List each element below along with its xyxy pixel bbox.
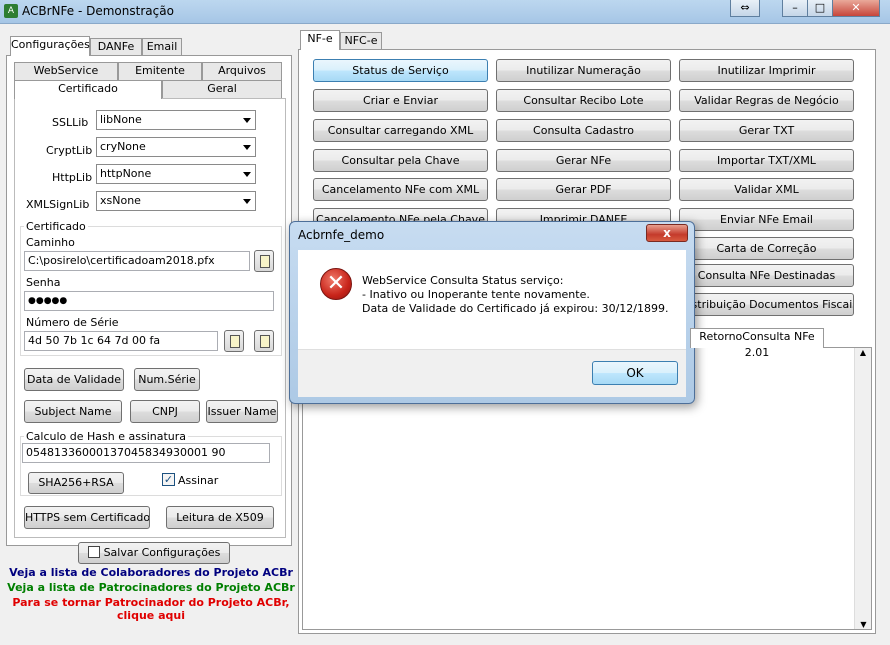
error-dialog: Acbrnfe_demo x ✕ WebService Consulta Sta… (289, 221, 695, 404)
cryptlib-label: CryptLib (46, 144, 93, 157)
assinar-checkbox[interactable]: ✓ (162, 473, 175, 486)
issuer-name-button[interactable]: Issuer Name (206, 400, 278, 423)
ssllib-value: libNone (100, 113, 142, 126)
inutilizar-imprimir-button[interactable]: Inutilizar Imprimir (679, 59, 854, 82)
enviar-nfe-email-button[interactable]: Enviar NFe Email (679, 208, 854, 231)
distribuicao-documentos-button[interactable]: Distribuição Documentos Fiscais (679, 293, 854, 316)
https-sem-certificado-button[interactable]: HTTPS sem Certificado (24, 506, 150, 529)
caminho-label: Caminho (26, 236, 75, 249)
resize-icon[interactable]: ⇔ (730, 0, 760, 17)
certificado-group-title: Certificado (24, 220, 88, 233)
xmlsignlib-label: XMLSignLib (26, 198, 90, 211)
tab-geral[interactable]: Geral (162, 80, 282, 98)
validar-xml-button[interactable]: Validar XML (679, 178, 854, 201)
salvar-configuracoes-button[interactable]: Salvar Configurações (78, 542, 230, 564)
window-title: ACBrNFe - Demonstração (22, 4, 174, 18)
scrollbar[interactable]: ▲ ▼ (854, 348, 871, 629)
importar-txt-xml-button[interactable]: Importar TXT/XML (679, 149, 854, 172)
tab-arquivos[interactable]: Arquivos (202, 62, 282, 80)
sha256-rsa-button[interactable]: SHA256+RSA (28, 472, 124, 494)
httplib-select[interactable]: httpNone (96, 164, 256, 184)
inutilizar-numeracao-button[interactable]: Inutilizar Numeração (496, 59, 671, 82)
consulta-nfe-destinadas-button[interactable]: Consulta NFe Destinadas (679, 264, 854, 287)
scroll-up-icon[interactable]: ▲ (855, 348, 871, 357)
link-patrocinadores[interactable]: Veja a lista de Patrocinadores do Projet… (6, 581, 296, 594)
numserie-label: Número de Série (26, 316, 119, 329)
consultar-carregando-xml-button[interactable]: Consultar carregando XML (313, 119, 488, 142)
cryptlib-value: cryNone (100, 140, 146, 153)
tab-retorno-consulta[interactable]: RetornoConsulta NFe 2.01 (690, 328, 824, 359)
consultar-chave-button[interactable]: Consultar pela Chave (313, 149, 488, 172)
validar-regras-button[interactable]: Validar Regras de Negócio (679, 89, 854, 112)
list-certificate-icon[interactable] (254, 330, 274, 352)
ssllib-label: SSLLib (52, 116, 89, 129)
xmlsignlib-value: xsNone (100, 194, 141, 207)
assinar-label: Assinar (178, 474, 219, 487)
salvar-label: Salvar Configurações (103, 546, 221, 559)
dialog-close-icon[interactable]: x (646, 224, 688, 242)
status-servico-button[interactable]: Status de Serviço (313, 59, 488, 82)
ssllib-select[interactable]: libNone (96, 110, 256, 130)
tab-configuracoes[interactable]: Configurações (10, 36, 90, 56)
consulta-cadastro-button[interactable]: Consulta Cadastro (496, 119, 671, 142)
title-bar: A ACBrNFe - Demonstração ⇔ – □ ✕ (0, 0, 890, 24)
cnpj-button[interactable]: CNPJ (130, 400, 200, 423)
chevron-down-icon (243, 145, 251, 150)
maximize-button[interactable]: □ (807, 0, 833, 17)
criar-enviar-button[interactable]: Criar e Enviar (313, 89, 488, 112)
tab-certificado[interactable]: Certificado (14, 80, 162, 99)
tab-nfe[interactable]: NF-e (300, 30, 340, 50)
hash-group-title: Calculo de Hash e assinatura (24, 430, 189, 443)
cancelamento-xml-button[interactable]: Cancelamento NFe com XML (313, 178, 488, 201)
gerar-nfe-button[interactable]: Gerar NFe (496, 149, 671, 172)
hash-field[interactable]: 05481336000137045834930001 90 (22, 443, 270, 463)
tab-emitente[interactable]: Emitente (118, 62, 202, 80)
close-button[interactable]: ✕ (832, 0, 880, 17)
carta-correcao-button[interactable]: Carta de Correção (679, 237, 854, 260)
num-serie-button[interactable]: Num.Série (134, 368, 200, 391)
chevron-down-icon (243, 172, 251, 177)
message-line-3: Data de Validade do Certificado já expir… (362, 302, 669, 315)
numserie-field[interactable]: 4d 50 7b 1c 64 7d 00 fa (24, 331, 218, 351)
scroll-down-icon[interactable]: ▼ (855, 620, 872, 629)
chevron-down-icon (243, 199, 251, 204)
config-panel: Configurações DANFe Email WebService Emi… (6, 36, 295, 634)
error-icon: ✕ (320, 268, 352, 300)
minimize-button[interactable]: – (782, 0, 808, 17)
subject-name-button[interactable]: Subject Name (24, 400, 122, 423)
caminho-field[interactable]: C:\posirelo\certificadoam2018.pfx (24, 251, 250, 271)
app-icon: A (4, 4, 18, 18)
message-line-2: - Inativo ou Inoperante tente novamente. (362, 288, 590, 301)
gerar-pdf-button[interactable]: Gerar PDF (496, 178, 671, 201)
xmlsignlib-select[interactable]: xsNone (96, 191, 256, 211)
save-icon (87, 546, 100, 558)
dialog-body: ✕ WebService Consulta Status serviço: - … (298, 250, 686, 349)
cryptlib-select[interactable]: cryNone (96, 137, 256, 157)
tab-email[interactable]: Email (142, 38, 182, 56)
httplib-value: httpNone (100, 167, 152, 180)
dialog-footer: OK (298, 349, 686, 397)
httplib-label: HttpLib (52, 171, 93, 184)
tab-nfce[interactable]: NFC-e (340, 32, 382, 50)
leitura-x509-button[interactable]: Leitura de X509 (166, 506, 274, 529)
chevron-down-icon (243, 118, 251, 123)
ok-button[interactable]: OK (592, 361, 678, 385)
link-tornar-patrocinador[interactable]: Para se tornar Patrocinador do Projeto A… (6, 596, 296, 609)
consultar-recibo-lote-button[interactable]: Consultar Recibo Lote (496, 89, 671, 112)
gerar-txt-button[interactable]: Gerar TXT (679, 119, 854, 142)
select-certificate-icon[interactable] (224, 330, 244, 352)
message-line-1: WebService Consulta Status serviço: (362, 274, 564, 287)
link-clique-aqui[interactable]: clique aqui (6, 609, 296, 622)
senha-field[interactable]: ●●●●● (24, 291, 274, 311)
link-colaboradores[interactable]: Veja a lista de Colaboradores do Projeto… (6, 566, 296, 579)
browse-file-icon[interactable] (254, 250, 274, 272)
senha-label: Senha (26, 276, 61, 289)
data-validade-button[interactable]: Data de Validade (24, 368, 124, 391)
dialog-title: Acbrnfe_demo (298, 228, 385, 242)
tab-webservice[interactable]: WebService (14, 62, 118, 80)
tab-danfe[interactable]: DANFe (90, 38, 142, 56)
